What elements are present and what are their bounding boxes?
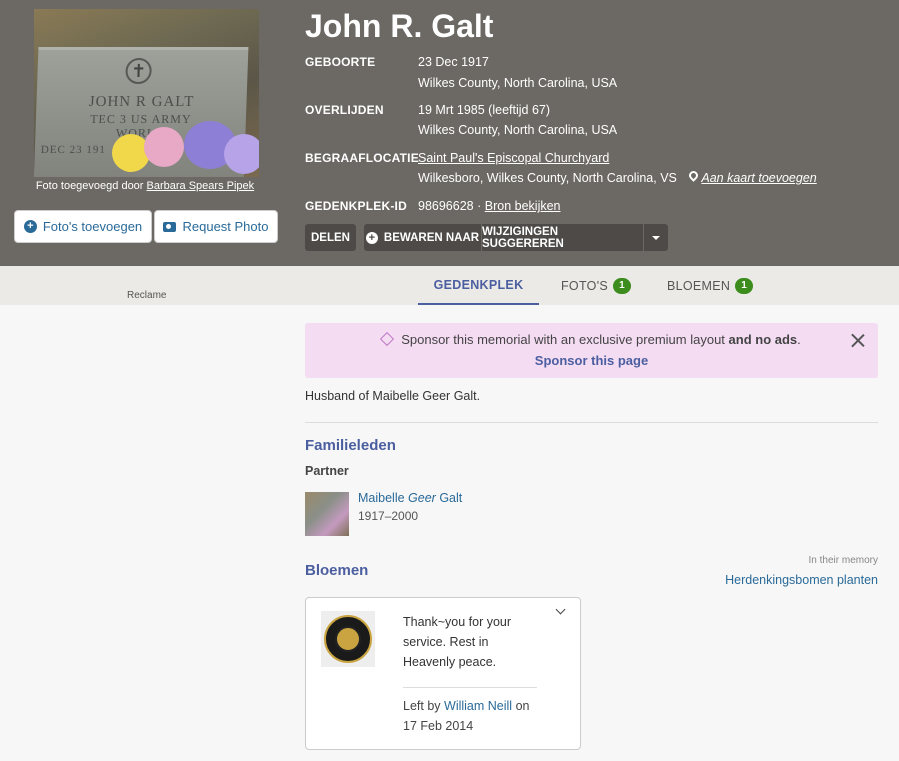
tab-memorial[interactable]: GEDENKPLEK — [418, 266, 539, 305]
share-label: DELEN — [311, 231, 350, 244]
partner-middle-name: Geer — [408, 491, 436, 505]
tab-bar: Reclame GEDENKPLEK FOTO'S 1 BLOEMEN 1 — [0, 266, 899, 305]
close-icon[interactable] — [850, 332, 866, 348]
biography-text: Husband of Maibelle Geer Galt. — [305, 389, 481, 403]
request-photo-button[interactable]: Request Photo — [154, 210, 278, 243]
camera-icon — [163, 221, 177, 232]
suggest-edits-label: WIJZIGINGEN SUGGEREREN — [482, 225, 564, 250]
flower-message: Thank~you for your service. Rest in Heav… — [403, 615, 512, 669]
flower-left-by: Left by William Neill on 17 Feb 2014 — [403, 696, 573, 736]
diamond-icon — [380, 331, 395, 347]
partner-years: 1917–2000 — [358, 509, 419, 523]
birth-label: GEBOORTE — [305, 55, 376, 69]
birth-place: Wilkes County, North Carolina, USA — [418, 76, 618, 90]
more-options-dropdown[interactable] — [644, 224, 668, 251]
add-to-map-link[interactable]: Aan kaart toevoegen — [701, 171, 816, 185]
cross-icon: ✝ — [125, 58, 153, 84]
birth-date: 23 Dec 1917 — [418, 55, 489, 69]
army-seal-icon — [324, 615, 372, 663]
in-memory-label: In their memory — [808, 555, 878, 566]
memorial-header: ✝ JOHN R GALT TEC 3 US ARMY WORLD DEC 23… — [0, 0, 899, 266]
flower-card: Thank~you for your service. Rest in Heav… — [305, 597, 581, 750]
photo-credit-author-link[interactable]: Barbara Spears Pipek — [147, 180, 255, 192]
save-to-label: BEWAREN NAAR — [383, 231, 480, 244]
save-to-button[interactable]: + BEWAREN NAAR — [364, 224, 481, 251]
ad-label: Reclame — [127, 290, 167, 301]
army-seal-center — [335, 626, 361, 652]
cemetery-link[interactable]: Saint Paul's Episcopal Churchyard — [418, 151, 609, 165]
tab-flowers-label: BLOEMEN — [667, 278, 731, 293]
photos-count-badge: 1 — [613, 277, 632, 294]
stone-name-text: JOHN R GALT — [88, 94, 195, 110]
map-pin-icon — [689, 171, 698, 183]
burial-label: BEGRAAFLOCATIE — [305, 151, 419, 165]
plant-trees-link[interactable]: Herdenkingsbomen planten — [725, 573, 878, 587]
separator-dot: · — [477, 199, 482, 213]
sponsor-banner: Sponsor this memorial with an exclusive … — [305, 323, 878, 378]
request-photo-label: Request Photo — [182, 219, 269, 234]
tab-flowers[interactable]: BLOEMEN 1 — [667, 266, 754, 305]
burial-location-value: Saint Paul's Episcopal Churchyard — [418, 151, 609, 165]
stone-line-4: DEC 23 191 — [40, 144, 107, 156]
share-button[interactable]: DELEN — [305, 224, 356, 251]
left-by-user-link[interactable]: William Neill — [444, 699, 512, 713]
sponsor-text-bold: and no ads — [728, 332, 798, 347]
memorial-id-label: GEDENKPLEK-ID — [305, 199, 407, 213]
flower-date: 17 Feb 2014 — [403, 719, 474, 733]
view-source-link[interactable]: Bron bekijken — [485, 199, 561, 213]
sponsor-text-end: . — [797, 332, 801, 347]
burial-place-row: Wilkesboro, Wilkes County, North Carolin… — [418, 171, 817, 185]
memorial-name: John R. Galt — [305, 8, 494, 44]
death-label: OVERLIJDEN — [305, 103, 384, 117]
plus-circle-icon: + — [365, 231, 378, 244]
flower-decoration — [144, 127, 184, 167]
tab-photos[interactable]: FOTO'S 1 — [561, 266, 632, 305]
memorial-id-row: 98696628 · Bron bekijken — [418, 199, 561, 213]
sponsor-page-link[interactable]: Sponsor this page — [305, 353, 878, 368]
flowers-count-badge: 1 — [735, 277, 754, 294]
suggest-edits-button[interactable]: WIJZIGINGEN SUGGEREREN — [482, 224, 643, 251]
partner-label: Partner — [305, 464, 349, 478]
memorial-id-value: 98696628 — [418, 199, 474, 213]
photo-credit-prefix: Foto toegevoegd door — [35, 180, 144, 192]
flower-divider — [403, 687, 537, 688]
burial-place: Wilkesboro, Wilkes County, North Carolin… — [418, 171, 677, 185]
partner-last-name: Galt — [439, 491, 463, 505]
tab-memorial-label: GEDENKPLEK — [433, 277, 524, 292]
death-date: 19 Mrt 1985 (leeftijd 67) — [418, 103, 551, 117]
photo-credit: Foto toegevoegd door Barbara Spears Pipe… — [20, 180, 270, 192]
left-by-prefix: Left by — [403, 699, 441, 713]
add-photos-label: Foto's toevoegen — [42, 219, 143, 234]
caret-down-icon — [652, 235, 660, 240]
flowers-section-title: Bloemen — [305, 562, 369, 579]
left-by-on: on — [515, 699, 530, 713]
chevron-down-icon[interactable] — [555, 604, 566, 615]
partner-thumbnail[interactable] — [305, 492, 349, 536]
grave-photo[interactable]: ✝ JOHN R GALT TEC 3 US ARMY WORLD DEC 23… — [34, 9, 259, 177]
family-section-title: Familieleden — [305, 437, 396, 454]
flower-decoration — [224, 134, 259, 174]
plus-circle-icon: + — [23, 220, 37, 233]
sponsor-text: Sponsor this memorial with an exclusive … — [305, 331, 878, 347]
add-photos-button[interactable]: + Foto's toevoegen — [14, 210, 152, 243]
flower-image[interactable] — [321, 611, 375, 667]
tab-photos-label: FOTO'S — [561, 278, 609, 293]
death-place: Wilkes County, North Carolina, USA — [418, 123, 618, 137]
divider — [305, 422, 878, 423]
partner-first-name: Maibelle — [358, 491, 405, 505]
sponsor-text-main: Sponsor this memorial with an exclusive … — [401, 332, 729, 347]
partner-name-link[interactable]: Maibelle Geer Galt — [358, 491, 462, 505]
